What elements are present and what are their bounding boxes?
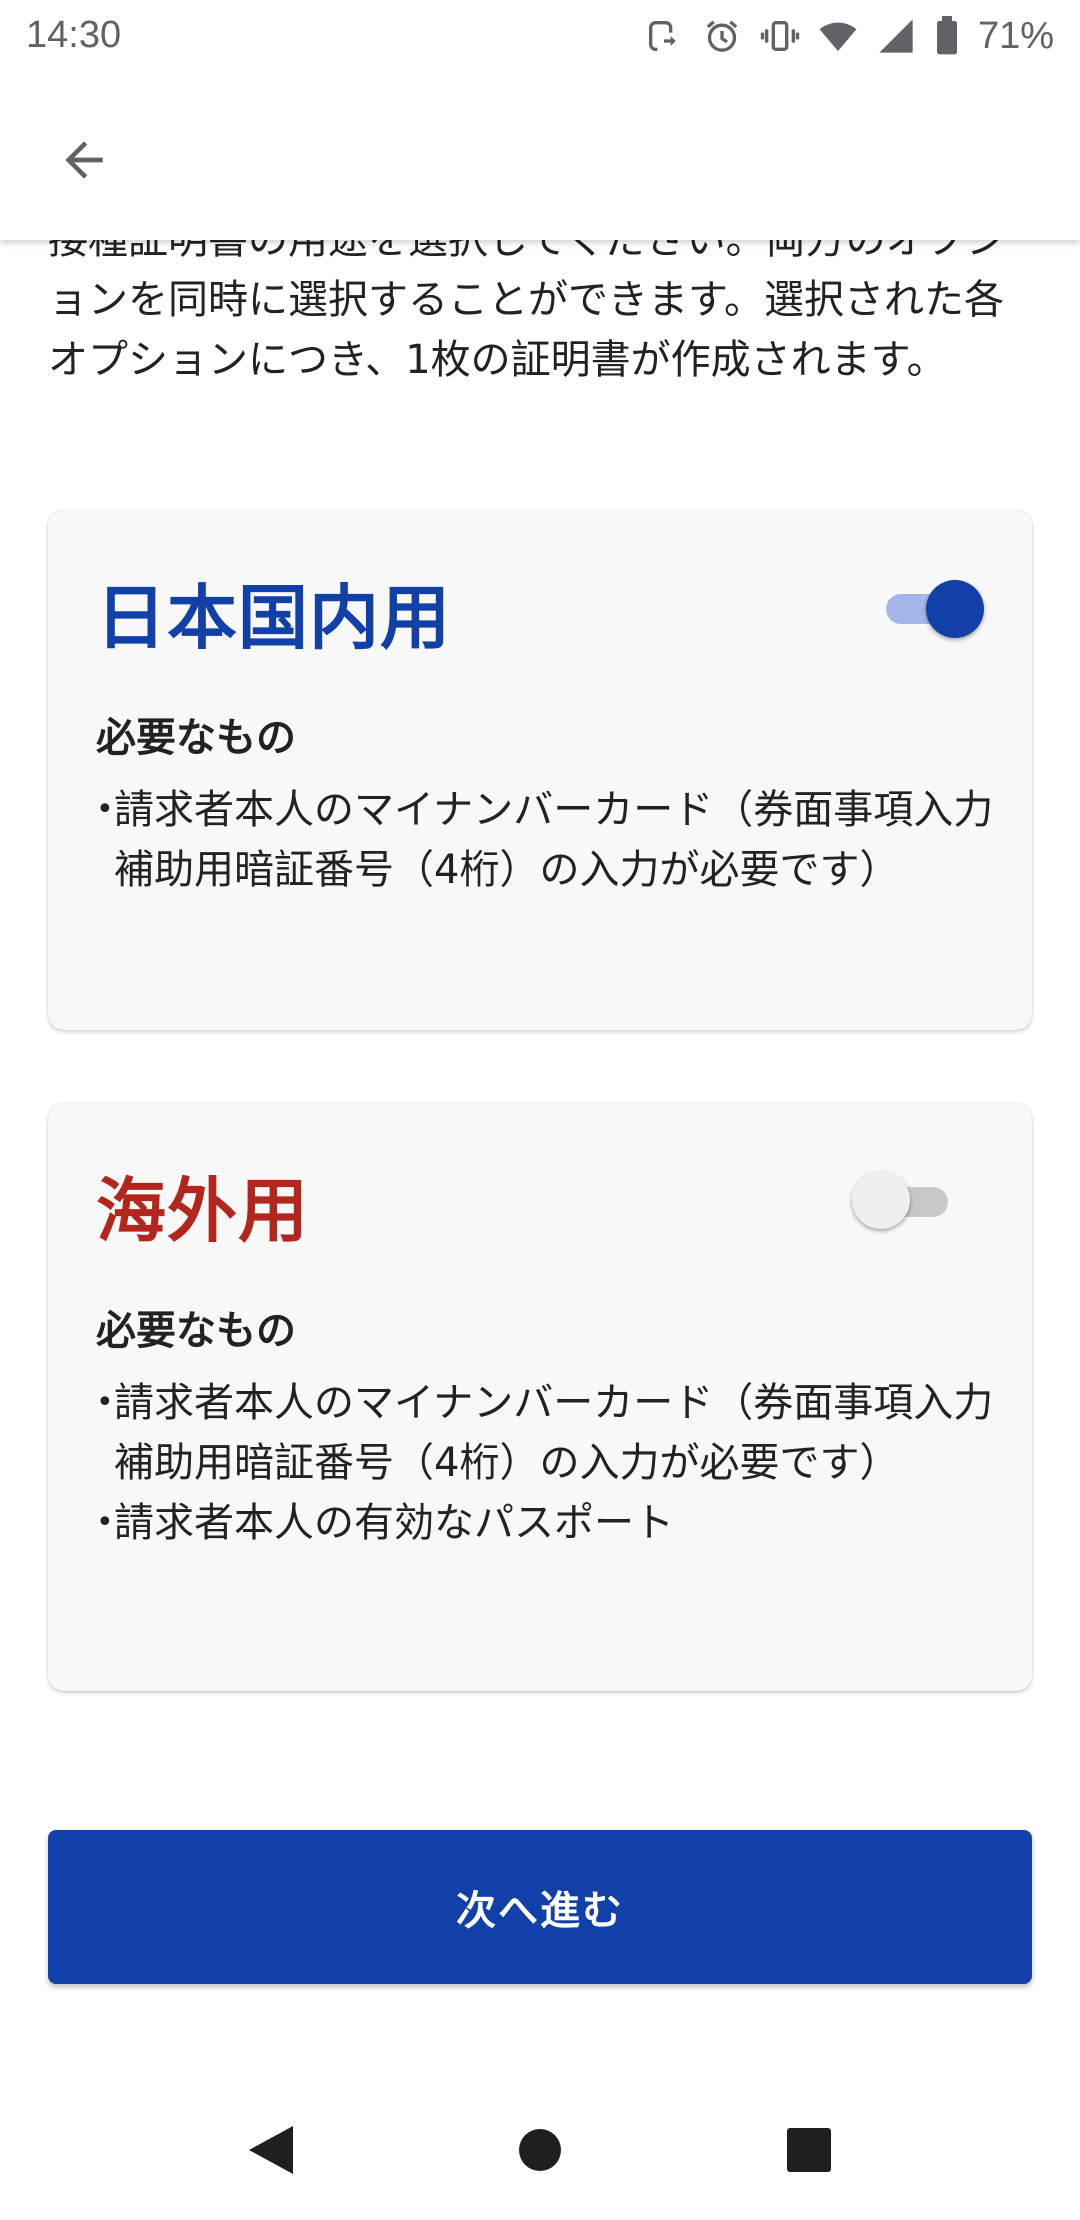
requirements-list: • 請求者本人のマイナンバーカード（券面事項入力補助用暗証番号（4桁）の入力が必要… — [92, 1373, 1012, 1553]
bullet-icon: • — [96, 1505, 114, 1540]
requirement-item: • 請求者本人のマイナンバーカード（券面事項入力補助用暗証番号（4桁）の入力が必要… — [92, 1373, 1012, 1493]
nav-back-button[interactable] — [240, 2120, 300, 2180]
status-icons: 71% — [644, 12, 1054, 60]
nav-back-icon — [249, 2126, 293, 2174]
signal-icon — [879, 19, 913, 53]
bullet-icon: • — [96, 1385, 114, 1420]
nav-home-icon — [519, 2129, 561, 2171]
requirement-text: 請求者本人のマイナンバーカード（券面事項入力補助用暗証番号（4桁）の入力が必要で… — [114, 1380, 994, 1486]
requirement-text: 請求者本人のマイナンバーカード（券面事項入力補助用暗証番号（4桁）の入力が必要で… — [114, 787, 994, 893]
app-bar — [0, 72, 1080, 240]
nav-home-button[interactable] — [510, 2120, 570, 2180]
toggle-thumb — [926, 580, 984, 638]
scroll-content[interactable]: 接種証明書の用途を選択してください。両方のオプションを同時に選択することができま… — [0, 0, 1080, 2080]
requirement-item: • 請求者本人の有効なパスポート — [92, 1493, 1012, 1553]
nav-recents-icon — [787, 2128, 831, 2172]
requirements-heading: 必要なもの — [96, 715, 296, 761]
requirements-heading: 必要なもの — [96, 1308, 296, 1354]
navigation-bar — [0, 2080, 1080, 2220]
domestic-use-title: 日本国内用 — [96, 577, 451, 659]
status-bar: 14:30 71% — [0, 0, 1080, 72]
domestic-use-card[interactable]: 日本国内用 必要なもの • 請求者本人のマイナンバーカード（券面事項入力補助用暗証… — [48, 510, 1032, 1030]
overseas-use-card[interactable]: 海外用 必要なもの • 請求者本人のマイナンバーカード（券面事項入力補助用暗証番号… — [48, 1103, 1032, 1691]
requirement-item: • 請求者本人のマイナンバーカード（券面事項入力補助用暗証番号（4桁）の入力が必要… — [92, 780, 1012, 900]
toggle-thumb — [852, 1171, 910, 1229]
requirement-text: 請求者本人の有効なパスポート — [114, 1500, 674, 1546]
status-time: 14:30 — [26, 14, 122, 56]
wifi-icon — [819, 22, 857, 51]
overseas-use-title: 海外用 — [96, 1170, 309, 1252]
domestic-use-toggle[interactable] — [878, 576, 984, 638]
battery-icon — [936, 16, 957, 55]
bullet-icon: • — [96, 792, 114, 827]
arrow-left-icon — [65, 141, 103, 179]
battery-percent: 71% — [977, 14, 1054, 57]
nfc-icon — [648, 21, 676, 51]
alarm-icon — [706, 20, 738, 52]
vibrate-icon — [760, 21, 800, 51]
next-button[interactable]: 次へ進む — [48, 1830, 1032, 1984]
requirements-list: • 請求者本人のマイナンバーカード（券面事項入力補助用暗証番号（4桁）の入力が必要… — [92, 780, 1012, 900]
back-button[interactable] — [40, 116, 128, 204]
overseas-use-toggle[interactable] — [852, 1169, 956, 1229]
nav-recents-button[interactable] — [779, 2120, 839, 2180]
